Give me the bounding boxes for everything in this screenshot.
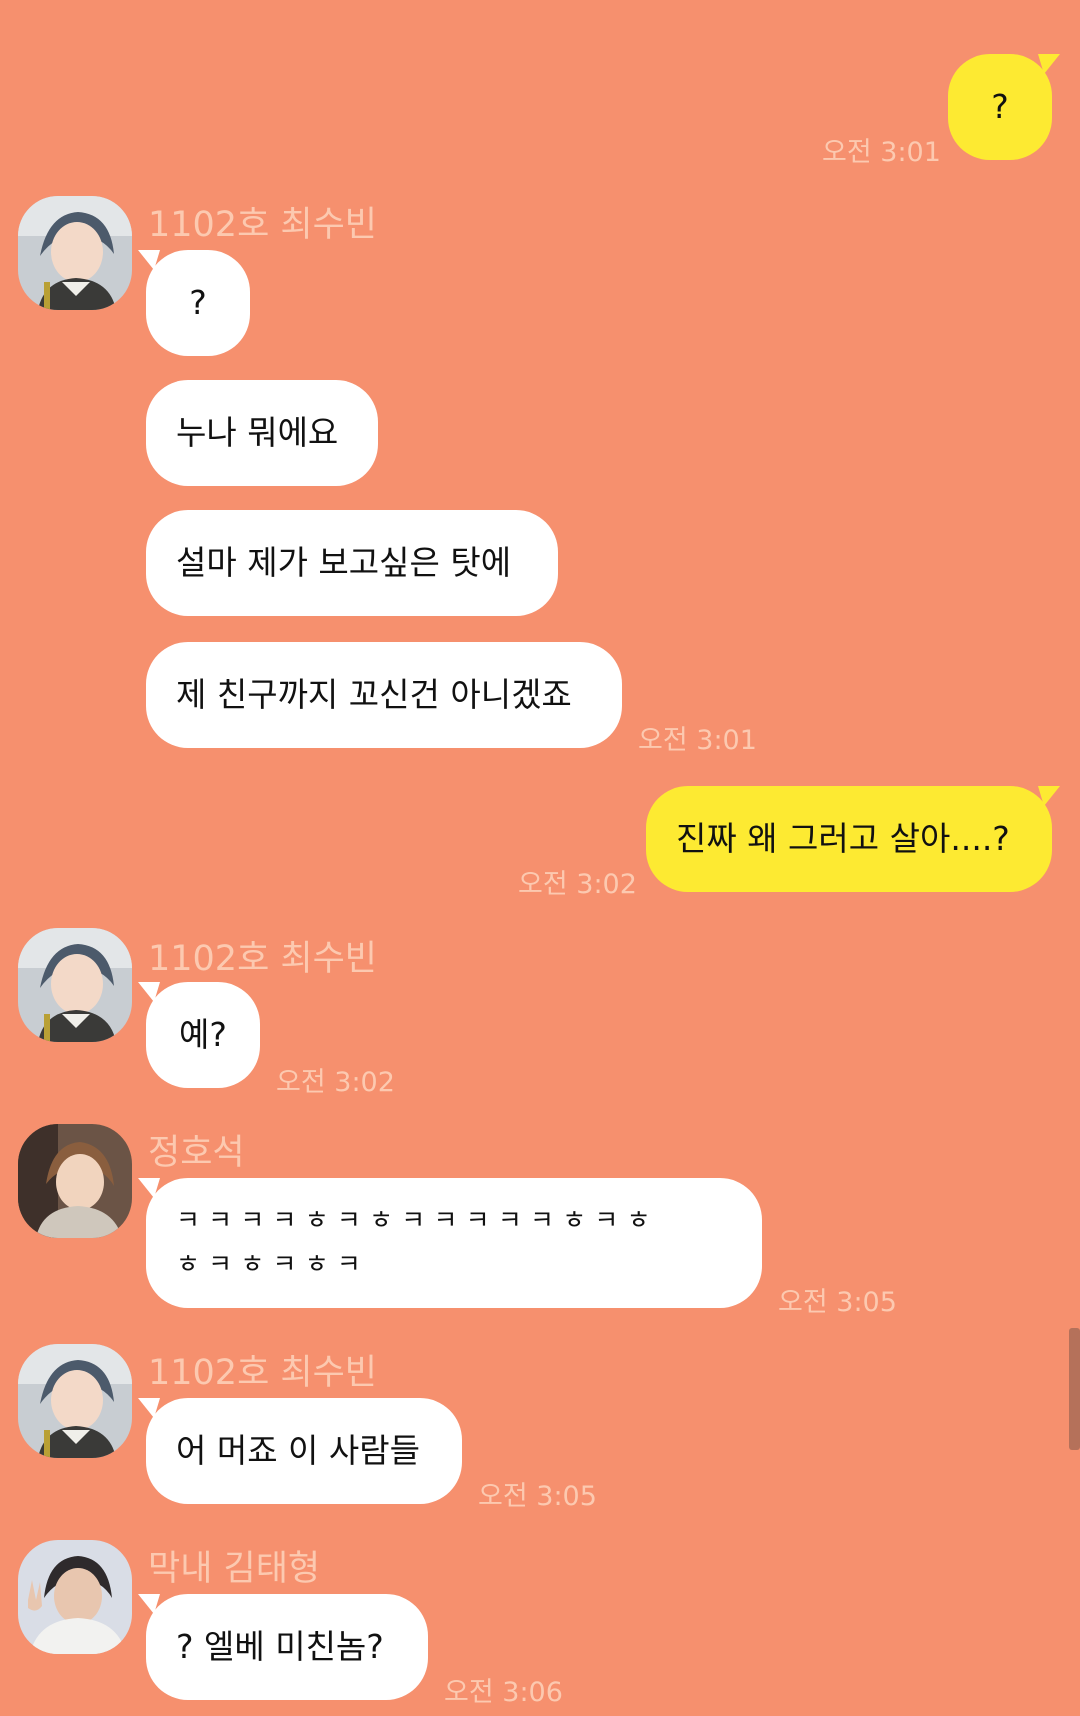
incoming-message-bubble[interactable]: ㅋ ㅋ ㅋ ㅋ ㅎ ㅋ ㅎ ㅋ ㅋ ㅋ ㅋ ㅋ ㅎ ㅋ ㅎ ㅎ ㅋ ㅎ ㅋ ㅎ …: [138, 1178, 762, 1308]
avatar-hoseok[interactable]: [18, 1124, 132, 1238]
incoming-message-bubble[interactable]: 제 친구까지 꼬신건 아니겠죠: [146, 642, 622, 748]
message-text: 설마 제가 보고싶은 탓에: [176, 543, 512, 582]
message-time: 오전 3:05: [478, 1481, 597, 1512]
message-text-line: ㅋ ㅋ ㅋ ㅋ ㅎ ㅋ ㅎ ㅋ ㅋ ㅋ ㅋ ㅋ ㅎ ㅋ ㅎ: [176, 1206, 651, 1236]
message-time: 오전 3:02: [518, 869, 637, 900]
message-time: 오전 3:05: [778, 1287, 897, 1318]
bubble-tail: [138, 1178, 160, 1198]
message-time: 오전 3:01: [822, 137, 941, 168]
incoming-message-bubble[interactable]: 어 머죠 이 사람들: [138, 1398, 462, 1504]
bubble-tail: [1038, 786, 1060, 806]
sender-name: 1102호 최수빈: [148, 205, 377, 245]
scrollbar-thumb[interactable]: [1069, 1328, 1080, 1450]
outgoing-message-bubble[interactable]: 진짜 왜 그러고 살아....?: [646, 786, 1060, 892]
chat-area[interactable]: ? 오전 3:01 1102호 최수빈 ? 누나 뭐에요 설마 제가 보고싶은 …: [0, 0, 1080, 1716]
incoming-message-bubble[interactable]: ? 엘베 미친놈?: [138, 1594, 428, 1700]
incoming-message-bubble[interactable]: 설마 제가 보고싶은 탓에: [146, 510, 558, 616]
message-time: 오전 3:06: [444, 1677, 563, 1708]
bubble-tail: [1038, 54, 1060, 74]
message-time: 오전 3:01: [638, 725, 757, 756]
bubble-tail: [138, 250, 160, 270]
sender-name: 1102호 최수빈: [148, 1353, 377, 1393]
message-time: 오전 3:02: [276, 1067, 395, 1098]
avatar-soobin[interactable]: [18, 196, 132, 310]
message-text: 어 머죠 이 사람들: [176, 1431, 420, 1470]
bubble-tail: [138, 1398, 160, 1418]
message-text: ? 엘베 미친놈?: [176, 1627, 384, 1666]
incoming-message-bubble[interactable]: 예?: [138, 982, 260, 1088]
message-text: 누나 뭐에요: [176, 413, 339, 452]
avatar-soobin[interactable]: [18, 1344, 132, 1458]
avatar-taehyung[interactable]: [18, 1540, 132, 1654]
sender-name: 1102호 최수빈: [148, 939, 377, 979]
incoming-message-bubble[interactable]: ?: [138, 250, 250, 356]
message-text-line: ㅎ ㅋ ㅎ ㅋ ㅎ ㅋ: [176, 1250, 361, 1280]
sender-name: 막내 김태형: [148, 1549, 321, 1589]
avatar-soobin[interactable]: [18, 928, 132, 1042]
message-text: 제 친구까지 꼬신건 아니겠죠: [176, 675, 572, 714]
incoming-message-bubble[interactable]: 누나 뭐에요: [146, 380, 378, 486]
message-text: ?: [991, 87, 1009, 126]
message-text: ?: [189, 283, 207, 322]
message-text: 예?: [179, 1015, 227, 1054]
message-text: 진짜 왜 그러고 살아....?: [676, 819, 1010, 858]
bubble-tail: [138, 1594, 160, 1614]
outgoing-message-bubble[interactable]: ?: [948, 54, 1060, 160]
bubble-tail: [138, 982, 160, 1002]
sender-name: 정호석: [148, 1133, 245, 1173]
